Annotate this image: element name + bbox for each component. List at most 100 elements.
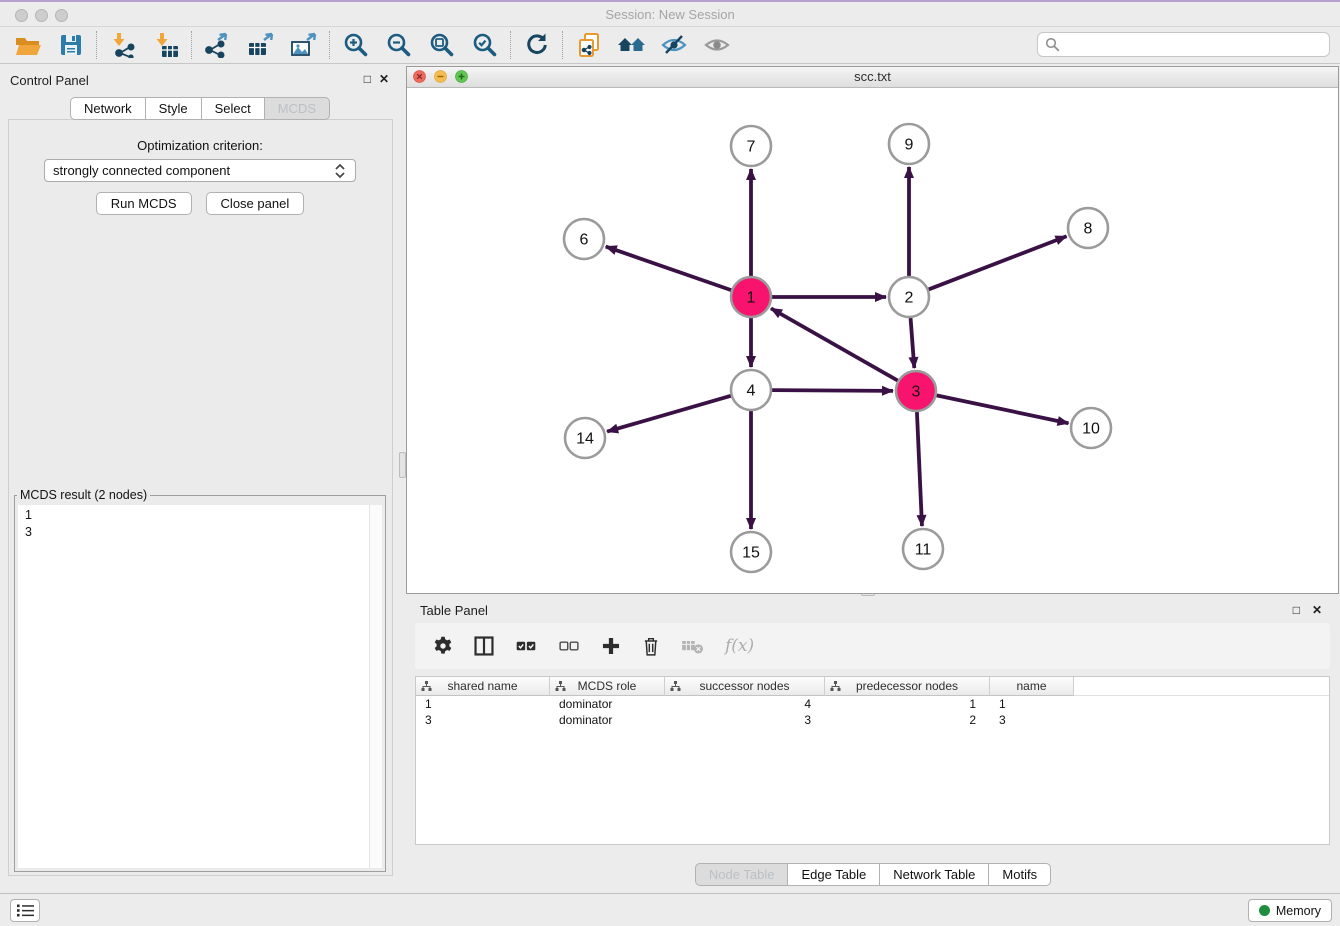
duplicate-network-button[interactable]: [567, 29, 610, 61]
edge-2-8[interactable]: [929, 236, 1067, 289]
memory-button[interactable]: Memory: [1248, 899, 1332, 922]
table-tab-node-table[interactable]: Node Table: [695, 863, 789, 886]
node-label-14: 14: [576, 431, 594, 448]
node-label-10: 10: [1082, 421, 1100, 438]
cell-successor-nodes[interactable]: 3: [665, 712, 825, 728]
deselect-all-rows-button[interactable]: [557, 635, 581, 657]
table-row[interactable]: 3dominator323: [416, 712, 1329, 728]
node-10[interactable]: 10: [1071, 408, 1111, 448]
tab-network[interactable]: Network: [70, 97, 146, 120]
node-label-6: 6: [580, 232, 589, 249]
show-columns-button[interactable]: [473, 635, 495, 657]
cell-mcds-role[interactable]: dominator: [550, 712, 665, 728]
column-header-name[interactable]: name: [990, 677, 1074, 696]
network-close-icon[interactable]: [413, 70, 426, 83]
node-7[interactable]: 7: [731, 126, 771, 166]
column-label: MCDS role: [578, 679, 637, 693]
edge-1-6[interactable]: [606, 247, 731, 291]
node-8[interactable]: 8: [1068, 208, 1108, 248]
control-panel: Control Panel □ ✕ NetworkStyleSelectMCDS…: [0, 64, 400, 880]
node-3[interactable]: 3: [896, 371, 936, 411]
search-input[interactable]: [1064, 34, 1329, 56]
cell-predecessor-nodes[interactable]: 2: [825, 712, 990, 728]
import-table-button[interactable]: [144, 29, 187, 61]
table-tab-motifs[interactable]: Motifs: [988, 863, 1051, 886]
cell-name[interactable]: 1: [990, 696, 1074, 712]
criterion-dropdown[interactable]: strongly connected component: [44, 159, 356, 182]
network-zoom-icon[interactable]: [455, 70, 468, 83]
hide-selected-button[interactable]: [653, 29, 696, 61]
table-row[interactable]: 1dominator411: [416, 696, 1329, 712]
network-minimize-icon[interactable]: [434, 70, 447, 83]
node-15[interactable]: 15: [731, 532, 771, 572]
memory-status-icon: [1259, 905, 1270, 916]
show-all-button[interactable]: [696, 29, 739, 61]
node-4[interactable]: 4: [731, 370, 771, 410]
vertical-splitter-grip[interactable]: [399, 452, 406, 478]
export-network-button[interactable]: [196, 29, 239, 61]
zoom-out-button[interactable]: [377, 29, 420, 61]
edge-4-3[interactable]: [772, 390, 893, 391]
float-panel-icon[interactable]: □: [364, 72, 371, 86]
column-header-mcds-role[interactable]: MCDS role: [550, 677, 665, 696]
table-settings-button[interactable]: [432, 635, 454, 657]
table-tab-edge-table[interactable]: Edge Table: [787, 863, 880, 886]
edge-3-11[interactable]: [917, 412, 922, 526]
save-session-button[interactable]: [49, 29, 92, 61]
tab-mcds[interactable]: MCDS: [264, 97, 330, 120]
node-label-1: 1: [747, 290, 756, 307]
node-1[interactable]: 1: [731, 277, 771, 317]
network-canvas[interactable]: 7 9 6 8 1 2 4 3 14 10 15 11: [407, 88, 1338, 593]
edge-3-10[interactable]: [937, 395, 1069, 423]
float-table-panel-icon[interactable]: □: [1293, 603, 1300, 617]
cell-name[interactable]: 3: [990, 712, 1074, 728]
cell-predecessor-nodes[interactable]: 1: [825, 696, 990, 712]
export-image-button[interactable]: [282, 29, 325, 61]
search-field[interactable]: [1037, 32, 1330, 57]
node-11[interactable]: 11: [903, 529, 943, 569]
first-neighbors-button[interactable]: [610, 29, 653, 61]
run-mcds-button[interactable]: Run MCDS: [96, 192, 192, 215]
tab-select[interactable]: Select: [201, 97, 265, 120]
edge-4-14[interactable]: [607, 396, 731, 432]
zoom-in-button[interactable]: [334, 29, 377, 61]
network-window-titlebar[interactable]: scc.txt: [407, 67, 1338, 88]
table-panel: Table Panel □ ✕: [406, 597, 1340, 890]
task-history-button[interactable]: [10, 899, 40, 922]
column-header-shared-name[interactable]: shared name: [416, 677, 550, 696]
toolbar-separator: [96, 31, 97, 59]
edge-3-1[interactable]: [771, 308, 898, 380]
zoom-fit-button[interactable]: [420, 29, 463, 61]
node-6[interactable]: 6: [564, 219, 604, 259]
refresh-layout-button[interactable]: [515, 29, 558, 61]
create-column-button[interactable]: [600, 635, 622, 657]
close-table-panel-icon[interactable]: ✕: [1312, 603, 1322, 617]
cell-shared-name[interactable]: 3: [416, 712, 550, 728]
toolbar-separator: [562, 31, 563, 59]
select-all-rows-button[interactable]: [514, 635, 538, 657]
column-header-predecessor-nodes[interactable]: predecessor nodes: [825, 677, 990, 696]
table-tab-network-table[interactable]: Network Table: [879, 863, 989, 886]
result-scrollbar[interactable]: [369, 505, 382, 868]
export-table-button[interactable]: [239, 29, 282, 61]
delete-column-button[interactable]: [641, 635, 661, 657]
close-panel-icon[interactable]: ✕: [379, 72, 389, 86]
node-2[interactable]: 2: [889, 277, 929, 317]
tab-style[interactable]: Style: [145, 97, 202, 120]
node-14[interactable]: 14: [565, 418, 605, 458]
edge-2-3[interactable]: [911, 318, 915, 368]
open-session-button[interactable]: [6, 29, 49, 61]
cell-shared-name[interactable]: 1: [416, 696, 550, 712]
export-table-icon: [247, 32, 275, 58]
column-header-successor-nodes[interactable]: successor nodes: [665, 677, 825, 696]
column-label: successor nodes: [699, 679, 789, 693]
cell-successor-nodes[interactable]: 4: [665, 696, 825, 712]
columns-icon: [473, 635, 495, 657]
close-panel-button[interactable]: Close panel: [206, 192, 305, 215]
import-network-button[interactable]: [101, 29, 144, 61]
node-9[interactable]: 9: [889, 124, 929, 164]
zoom-selected-button[interactable]: [463, 29, 506, 61]
function-builder-button: f(x): [725, 636, 754, 656]
cell-mcds-role[interactable]: dominator: [550, 696, 665, 712]
optimization-criterion-label: Optimization criterion:: [0, 138, 400, 153]
